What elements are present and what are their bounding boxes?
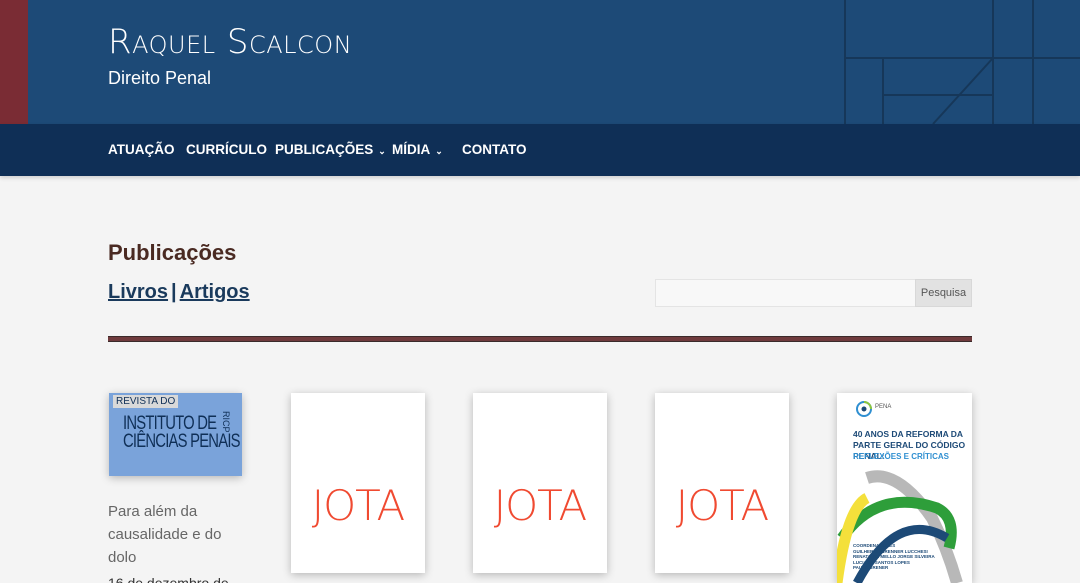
nav-item-label: CURRÍCULO: [186, 142, 267, 157]
nav-item-publicacoes[interactable]: PUBLICAÇÕES ⌄: [275, 142, 386, 157]
book-credits: COORDENADORES GUILHERME BRENNER LUCCHESI…: [853, 543, 935, 571]
credit-line: RENATO DE MELLO JORGE SILVEIRA: [853, 554, 935, 559]
header-accent-bar: [0, 0, 28, 124]
chevron-down-icon: ⌄: [378, 146, 386, 156]
cover-label: REVISTA DO: [113, 395, 179, 408]
page-title: Publicações: [108, 240, 237, 265]
section-divider: [108, 336, 972, 342]
header-decoration: [844, 0, 1080, 124]
publication-cover-ricp[interactable]: REVISTA DO INSTITUTO DE CIÊNCIAS PENAIS …: [109, 393, 242, 476]
jota-logo: JOTA: [493, 481, 588, 530]
book-subtitle: REFLEXÕES E CRÍTICAS: [853, 452, 950, 461]
site-subtitle: Direito Penal: [108, 68, 212, 88]
jota-logo: JOTA: [311, 481, 406, 530]
publication-type-links: Livros | Artigos: [108, 281, 250, 304]
nav-item-contato[interactable]: CONTATO: [462, 142, 527, 157]
publication-cover-jota[interactable]: JOTA: [291, 393, 425, 573]
cover-vertical-text: RICP: [221, 411, 231, 433]
articles-link[interactable]: Artigos: [180, 281, 250, 303]
books-link[interactable]: Livros: [108, 281, 168, 303]
nav-item-atuacao[interactable]: ATUAÇÃO: [108, 142, 175, 157]
nav-item-label: MÍDIA: [392, 142, 431, 157]
nav-item-label: CONTATO: [462, 142, 527, 157]
site-header: Raquel Scalcon Direito Penal: [0, 0, 1080, 124]
nav-item-midia[interactable]: MÍDIA ⌄: [392, 142, 443, 157]
pena-logo-icon: [856, 401, 872, 417]
cover-line2: CIÊNCIAS PENAIS: [123, 431, 241, 452]
site-title[interactable]: Raquel Scalcon: [108, 22, 352, 62]
main-nav: ATUAÇÃO CURRÍCULO PUBLICAÇÕES ⌄ MÍDIA ⌄ CO…: [0, 124, 1080, 176]
publication-cover-jota[interactable]: JOTA: [473, 393, 607, 573]
nav-item-label: ATUAÇÃO: [108, 142, 175, 157]
search-input[interactable]: [655, 279, 916, 307]
jota-logo: JOTA: [675, 481, 770, 530]
credit-line: PAULA BRENER: [853, 565, 889, 570]
publication-cover-jota[interactable]: JOTA: [655, 393, 789, 573]
link-separator: |: [171, 281, 177, 303]
publication-cover-book[interactable]: PENA 40 ANOS DA REFORMA DA PARTE GERAL D…: [837, 393, 972, 583]
search-button[interactable]: Pesquisa: [915, 279, 972, 307]
chevron-down-icon: ⌄: [435, 146, 443, 156]
publication-date: 16 de dezembro de: [108, 575, 229, 583]
publication-title[interactable]: Para além da causalidade e do dolo: [108, 500, 248, 569]
nav-item-label: PUBLICAÇÕES: [275, 142, 374, 157]
nav-item-curriculo[interactable]: CURRÍCULO: [186, 142, 267, 157]
publisher-logo-text: PENA: [875, 404, 892, 410]
